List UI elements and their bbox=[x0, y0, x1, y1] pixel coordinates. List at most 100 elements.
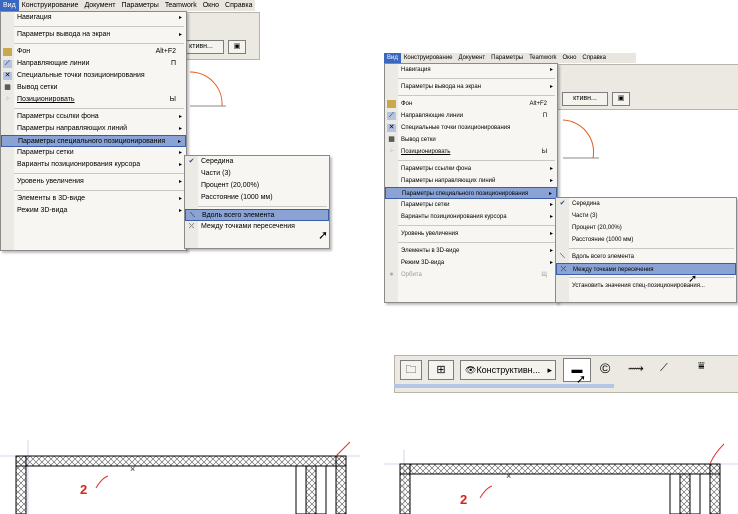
submenu-item-percent[interactable]: Процент (20,00%) bbox=[556, 222, 736, 234]
toolbar-structural-dropdown[interactable]: 👁Конструктивн... ▸ bbox=[460, 360, 556, 380]
menu-item-grid-display[interactable]: ▦ Вывод сетки bbox=[1, 82, 186, 94]
submenu-item-between-intersections[interactable]: ⤫ Между точками пересечения bbox=[185, 221, 329, 233]
toolbar-scrollbar[interactable] bbox=[394, 384, 614, 388]
menu-item-background[interactable]: Фон Alt+F2 bbox=[1, 46, 186, 58]
menu-item-special-snap-options[interactable]: Параметры специального позиционирования ▸ bbox=[1, 135, 186, 147]
label: Параметры специального позиционирования bbox=[18, 138, 166, 145]
menu-item-navigation[interactable]: Навигация ▸ bbox=[1, 12, 186, 24]
label: Вдоль всего элемента bbox=[572, 254, 635, 260]
toolbar-arc-button[interactable]: © bbox=[600, 360, 610, 376]
grid-icon: ▦ bbox=[4, 84, 11, 91]
toolbar-layers-button[interactable]: ⊞ bbox=[428, 360, 454, 380]
grid-icon: ▦ bbox=[388, 136, 395, 143]
menu-item-grid-options[interactable]: Параметры сетки ▸ bbox=[1, 147, 186, 159]
toolbar-spline-button[interactable]: ⟋ bbox=[660, 362, 668, 375]
menu-item-snap[interactable]: ⁘ Позиционировать Ы bbox=[1, 94, 186, 106]
menu-window[interactable]: Окно bbox=[200, 0, 222, 11]
menu-item-cursor-snap-options[interactable]: Варианты позиционирования курсора ▸ bbox=[385, 211, 557, 223]
submenu-item-distance[interactable]: Расстояние (1000 мм) bbox=[185, 192, 329, 204]
submenu-item-percent[interactable]: Процент (20,00%) bbox=[185, 180, 329, 192]
submenu-arrow-icon: ▸ bbox=[549, 178, 553, 184]
menu-item-zoom[interactable]: Уровень увеличения ▸ bbox=[1, 176, 186, 188]
submenu-item-midpoint[interactable]: ✔ Середина bbox=[185, 156, 329, 168]
menu-item-elements-in-3d[interactable]: Элементы в 3D-виде ▸ bbox=[1, 193, 186, 205]
menu-design[interactable]: Конструирование bbox=[401, 53, 456, 63]
label: Установить значения спец-позиционировани… bbox=[572, 283, 705, 289]
intersection-icon: ⤫ bbox=[560, 266, 567, 273]
label: Параметры специального позиционирования bbox=[402, 191, 529, 197]
submenu-arrow-icon: ▸ bbox=[178, 196, 182, 202]
menu-item-guide-line-options[interactable]: Параметры направляющих линий ▸ bbox=[385, 175, 557, 187]
toolbar-hotspot-button[interactable]: ⩸ bbox=[698, 360, 705, 373]
menu-document[interactable]: Документ bbox=[81, 0, 118, 11]
label: Параметры ссылки фона bbox=[17, 113, 99, 120]
right-wall-drawing: × bbox=[384, 443, 738, 514]
submenu-arrow-icon: ▸ bbox=[549, 67, 553, 73]
menu-item-background[interactable]: Фон Alt+F2 bbox=[385, 98, 557, 110]
right-wall-tool-button[interactable]: ▣ bbox=[612, 92, 630, 106]
menu-view[interactable]: Вид bbox=[0, 0, 19, 11]
submenu-item-set-snap-values[interactable]: Установить значения спец-позиционировани… bbox=[556, 280, 736, 292]
menu-item-background-reference-options[interactable]: Параметры ссылки фона ▸ bbox=[385, 163, 557, 175]
menu-teamwork[interactable]: Teamwork bbox=[526, 53, 559, 63]
menu-options[interactable]: Параметры bbox=[119, 0, 162, 11]
checkmark-icon: ✔ bbox=[188, 158, 195, 165]
mouse-cursor-icon: ➚ bbox=[318, 228, 329, 242]
shortcut: Alt+F2 bbox=[529, 101, 547, 107]
menu-item-display-options[interactable]: Параметры вывода на экран ▸ bbox=[1, 29, 186, 41]
label: Направляющие линии bbox=[401, 113, 464, 119]
submenu-arrow-icon: ▸ bbox=[178, 15, 182, 21]
menu-item-special-snap-points[interactable]: ✕ Специальные точки позиционирования bbox=[385, 122, 557, 134]
left-wall-drawing: × bbox=[0, 440, 360, 514]
submenu-item-divisions[interactable]: Части (3) bbox=[185, 168, 329, 180]
right-drawing-arc bbox=[562, 118, 603, 168]
label: Направляющие линии bbox=[17, 60, 90, 67]
submenu-item-between-intersections[interactable]: ⤫ Между точками пересечения bbox=[556, 263, 736, 275]
menu-teamwork[interactable]: Teamwork bbox=[162, 0, 200, 11]
menu-window[interactable]: Окно bbox=[559, 53, 579, 63]
label: Навигация bbox=[17, 14, 52, 21]
structural-dropdown-label: Конструктивн... bbox=[476, 365, 541, 375]
menu-help[interactable]: Справка bbox=[222, 0, 255, 11]
menu-item-grid-options[interactable]: Параметры сетки ▸ bbox=[385, 199, 557, 211]
menu-item-guide-line-options[interactable]: Параметры направляющих линий ▸ bbox=[1, 123, 186, 135]
label: Параметры направляющих линий bbox=[401, 178, 496, 184]
menu-item-grid-display[interactable]: ▦ Вывод сетки bbox=[385, 134, 557, 146]
toolbar-floor-plan-button[interactable]: 🗀 bbox=[400, 360, 422, 380]
svg-text:×: × bbox=[506, 471, 511, 481]
right-callout-label: 2 bbox=[460, 492, 468, 507]
menu-item-navigation[interactable]: Навигация ▸ bbox=[385, 64, 557, 76]
menu-item-elements-in-3d[interactable]: Элементы в 3D-виде ▸ bbox=[385, 245, 557, 257]
submenu-arrow-icon: ▸ bbox=[549, 166, 553, 172]
menu-item-orbit[interactable]: ● Орбита Щ bbox=[385, 269, 557, 281]
right-menubar: Вид Конструирование Документ Параметры T… bbox=[384, 53, 636, 63]
menu-item-special-snap-points[interactable]: ✕ Специальные точки позиционирования bbox=[1, 70, 186, 82]
left-wall-tool-button[interactable]: ▣ bbox=[228, 40, 246, 54]
label: Позиционировать bbox=[17, 96, 75, 103]
toolbar-polyline-button[interactable]: ⟿ bbox=[628, 362, 644, 375]
menu-help[interactable]: Справка bbox=[579, 53, 609, 63]
menu-item-guide-lines[interactable]: ⟋ Направляющие линии П bbox=[385, 110, 557, 122]
right-toolbar-dropdown[interactable]: ктивн... bbox=[562, 92, 608, 106]
menu-item-background-reference-options[interactable]: Параметры ссылки фона ▸ bbox=[1, 111, 186, 123]
menu-item-zoom[interactable]: Уровень увеличения ▸ bbox=[385, 228, 557, 240]
menu-item-3d-mode[interactable]: Режим 3D-вида ▸ bbox=[1, 205, 186, 217]
menu-item-snap[interactable]: ⁘ Позиционировать Ы bbox=[385, 146, 557, 158]
submenu-item-along-element[interactable]: ⟍ Вдоль всего элемента bbox=[185, 209, 329, 221]
menu-item-cursor-snap-options[interactable]: Варианты позиционирования курсора ▸ bbox=[1, 159, 186, 171]
menu-design[interactable]: Конструирование bbox=[19, 0, 82, 11]
menu-document[interactable]: Документ bbox=[456, 53, 489, 63]
menu-view[interactable]: Вид bbox=[384, 53, 401, 63]
shortcut: Щ bbox=[541, 272, 547, 278]
menu-item-display-options[interactable]: Параметры вывода на экран ▸ bbox=[385, 81, 557, 93]
submenu-item-midpoint[interactable]: ✔ Середина bbox=[556, 198, 736, 210]
submenu-item-along-element[interactable]: ⟍ Вдоль всего элемента bbox=[556, 251, 736, 263]
submenu-item-distance[interactable]: Расстояние (1000 мм) bbox=[556, 234, 736, 246]
svg-text:×: × bbox=[130, 464, 135, 474]
label: Параметры вывода на экран bbox=[401, 84, 481, 90]
menu-options[interactable]: Параметры bbox=[488, 53, 526, 63]
menu-item-3d-mode[interactable]: Режим 3D-вида ▸ bbox=[385, 257, 557, 269]
menu-item-guide-lines[interactable]: ⟋ Направляющие линии П bbox=[1, 58, 186, 70]
submenu-item-divisions[interactable]: Части (3) bbox=[556, 210, 736, 222]
menu-item-special-snap-options[interactable]: Параметры специального позиционирования ▸ bbox=[385, 187, 557, 199]
